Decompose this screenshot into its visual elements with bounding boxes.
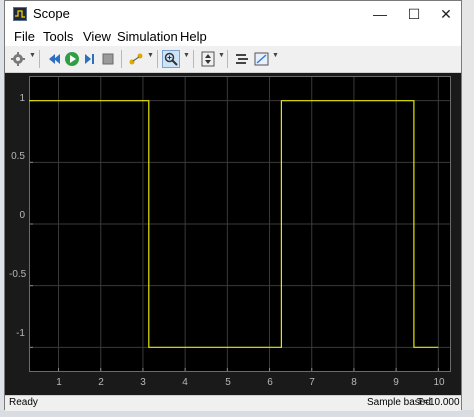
step-back-icon — [49, 54, 60, 64]
x-tick-label: 5 — [225, 377, 231, 388]
minimize-button[interactable]: — — [363, 1, 397, 27]
y-tick-label: -1 — [16, 328, 25, 339]
fit-axes-button[interactable] — [199, 50, 217, 68]
menu-simulation[interactable]: Simulation — [117, 29, 178, 44]
menu-help[interactable]: Help — [180, 29, 207, 44]
zoom-icon — [164, 52, 178, 66]
menu-bar: File Tools View Simulation Help — [5, 27, 461, 46]
close-button[interactable]: ✕ — [429, 1, 463, 27]
toolbar-separator — [39, 50, 40, 68]
toolbar: ▼ ▼ ▼ ▼ ▼ — [5, 46, 461, 73]
toolbar-separator — [121, 50, 122, 68]
toolbar-separator — [227, 50, 228, 68]
highlight-block-button[interactable] — [127, 50, 145, 68]
zoom-button[interactable] — [162, 50, 180, 68]
toolbar-separator — [193, 50, 194, 68]
maximize-button[interactable]: ☐ — [397, 1, 431, 27]
settings-icon — [11, 52, 25, 66]
style-icon — [254, 52, 269, 66]
chart-svg — [29, 76, 451, 372]
zoom-dropdown-arrow[interactable]: ▼ — [183, 52, 190, 59]
measure-icon — [236, 54, 248, 64]
x-tick-label: 2 — [98, 377, 104, 388]
x-tick-label: 8 — [351, 377, 357, 388]
fit-axes-dropdown-arrow[interactable]: ▼ — [218, 52, 225, 59]
style-button[interactable] — [253, 50, 271, 68]
run-icon — [65, 52, 79, 66]
measurements-button[interactable] — [233, 50, 251, 68]
status-bar: Ready Sample based T=10.000 — [5, 395, 461, 411]
style-dropdown-arrow[interactable]: ▼ — [272, 52, 279, 59]
stop-icon — [102, 53, 114, 65]
settings-button[interactable] — [9, 50, 27, 68]
menu-tools[interactable]: Tools — [43, 29, 73, 44]
background-ide-bottom — [0, 410, 474, 417]
y-tick-label: 1 — [19, 93, 25, 104]
title-bar[interactable]: Scope — ☐ ✕ — [5, 1, 461, 27]
scope-app-icon — [13, 7, 27, 21]
step-back-button[interactable] — [45, 50, 63, 68]
x-tick-label: 6 — [267, 377, 273, 388]
menu-file[interactable]: File — [14, 29, 35, 44]
status-ready: Ready — [9, 397, 38, 408]
window-title: Scope — [33, 6, 70, 21]
toolbar-separator — [157, 50, 158, 68]
y-tick-label: -0.5 — [9, 269, 27, 280]
background-ide-right — [462, 0, 474, 417]
x-tick-label: 3 — [140, 377, 146, 388]
stop-button[interactable] — [99, 50, 117, 68]
x-tick-label: 10 — [433, 377, 445, 388]
x-tick-label: 1 — [56, 377, 62, 388]
step-forward-button[interactable] — [81, 50, 99, 68]
highlight-dropdown-arrow[interactable]: ▼ — [147, 52, 154, 59]
scope-window: Scope — ☐ ✕ File Tools View Simulation H… — [4, 0, 462, 411]
x-tick-label: 9 — [393, 377, 399, 388]
run-button[interactable] — [63, 50, 81, 68]
settings-dropdown-arrow[interactable]: ▼ — [29, 52, 36, 59]
highlight-icon — [129, 53, 143, 65]
fit-axes-icon — [201, 51, 215, 67]
axes[interactable] — [29, 76, 451, 372]
plot-area: 1 0.5 0 -0.5 -1 1 2 3 4 5 6 7 8 9 10 — [5, 73, 461, 395]
x-tick-label: 4 — [182, 377, 188, 388]
y-tick-label: 0.5 — [11, 151, 25, 162]
status-sim-time: T=10.000 — [417, 397, 460, 408]
y-tick-label: 0 — [19, 210, 25, 221]
step-forward-icon — [85, 54, 94, 64]
x-tick-label: 7 — [309, 377, 315, 388]
menu-view[interactable]: View — [83, 29, 111, 44]
